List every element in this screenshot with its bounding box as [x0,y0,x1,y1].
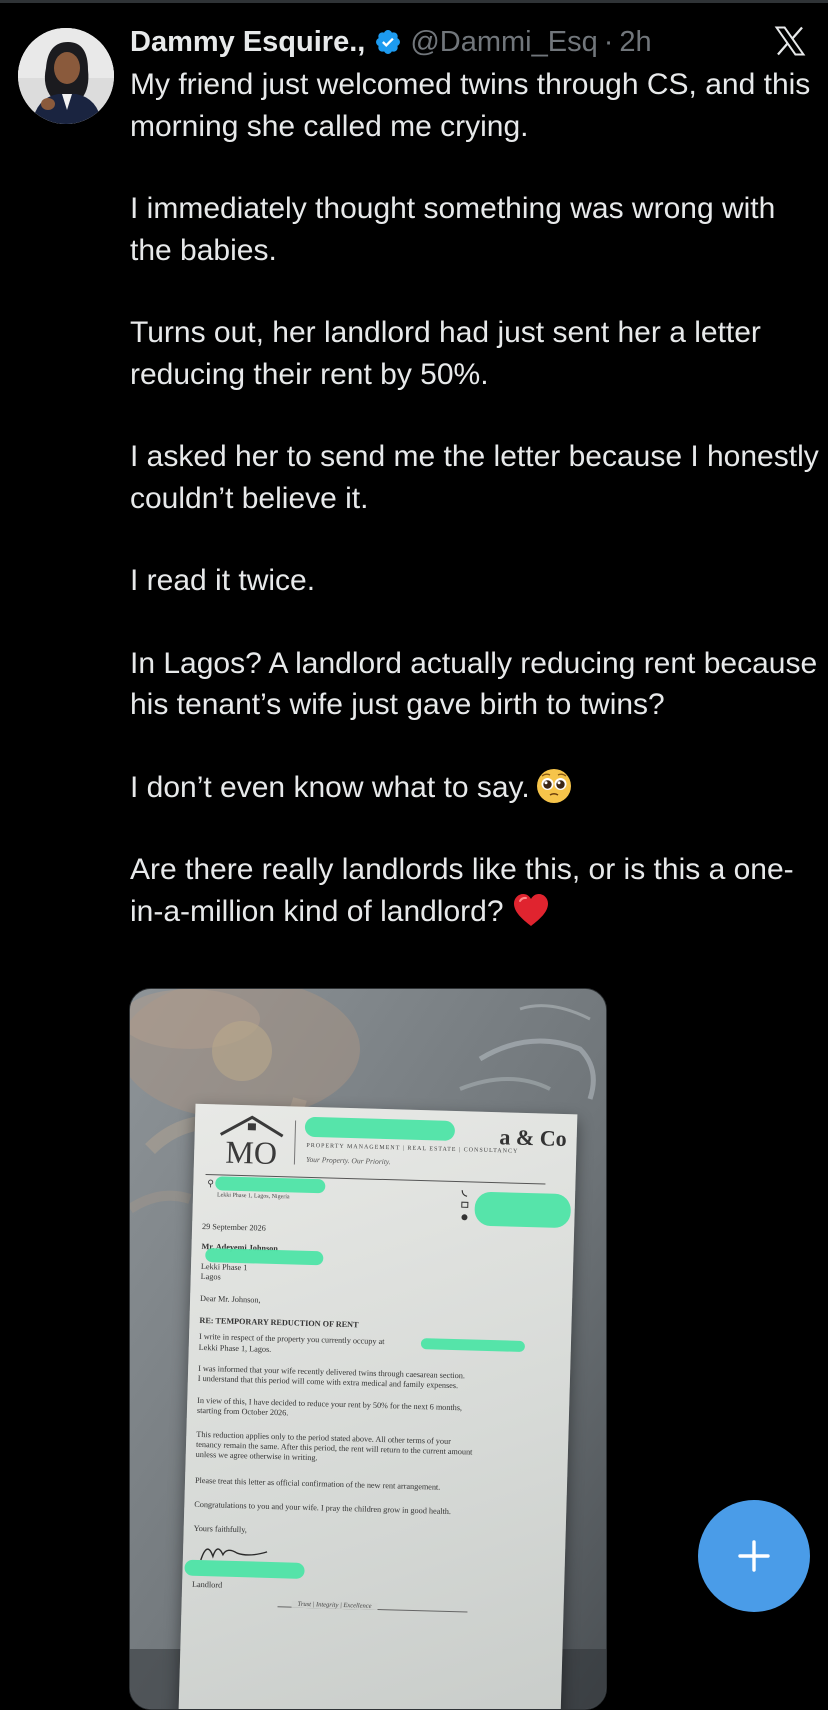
redaction-mark [184,1559,305,1579]
contact-icons [460,1189,469,1223]
letter-document: MO a & Co PROPERTY MANAGEMENT | REAL EST… [178,1103,578,1709]
pleading-face-emoji-icon [536,768,572,804]
post-time[interactable]: 2h [619,26,651,59]
top-divider [0,0,828,3]
post-paragraph: My friend just welcomed twins through CS… [130,68,811,143]
company-address: Lekki Phase 1, Lagos, Nigeria [216,1192,290,1201]
post-paragraph: I asked her to send me the letter becaus… [130,440,819,515]
redaction-mark [215,1176,326,1194]
post-paragraph-with-emoji: Are there really landlords like this, or… [130,849,820,932]
logo-text: MO [225,1134,278,1171]
company-tagline: Your Property. Our Priority. [305,1154,391,1167]
x-logo-icon[interactable] [772,24,808,58]
verified-badge-icon [374,28,402,56]
author-name[interactable]: Dammy Esquire., [130,26,365,59]
signatory-title: Landlord [191,1579,223,1590]
post-header: Dammy Esquire., @Dammi_Esq · 2h [130,22,652,62]
post-media-image[interactable]: MO a & Co PROPERTY MANAGEMENT | REAL EST… [129,988,607,1710]
avatar[interactable] [18,28,114,124]
author-handle[interactable]: @Dammi_Esq [410,26,597,59]
letter-footer: Trust | Integrity | Excellence [291,1600,378,1610]
plus-icon [738,1540,770,1572]
company-logo-icon: MO [214,1112,290,1171]
post-body: My friend just welcomed twins through CS… [130,64,820,932]
avatar-image [18,28,114,124]
redaction-mark [304,1116,456,1141]
salutation: Dear Mr. Johnson, [199,1293,261,1305]
post-paragraph-text: Are there really landlords like this, or… [130,853,794,928]
post-paragraph: Turns out, her landlord had just sent he… [130,316,761,391]
location-pin-icon: ⚲ [207,1178,215,1189]
redaction-mark [474,1191,572,1229]
logo-divider [293,1120,297,1165]
letter-p6: Congratulations to you and your wife. I … [194,1499,452,1517]
post-paragraph: In Lagos? A landlord actually reducing r… [130,646,818,722]
post-paragraph-with-emoji: I don’t even know what to say. [130,767,820,809]
separator-dot: · [603,25,614,58]
post-paragraph: I read it twice. [130,564,316,597]
company-name-visible: a & Co [499,1124,568,1152]
post-paragraph: I immediately thought something was wron… [130,192,776,267]
letter-p5: Please treat this letter as official con… [194,1475,441,1492]
red-heart-emoji-icon [512,892,550,928]
compose-button[interactable] [698,1500,810,1612]
post-paragraph-text: I don’t even know what to say. [130,770,530,804]
